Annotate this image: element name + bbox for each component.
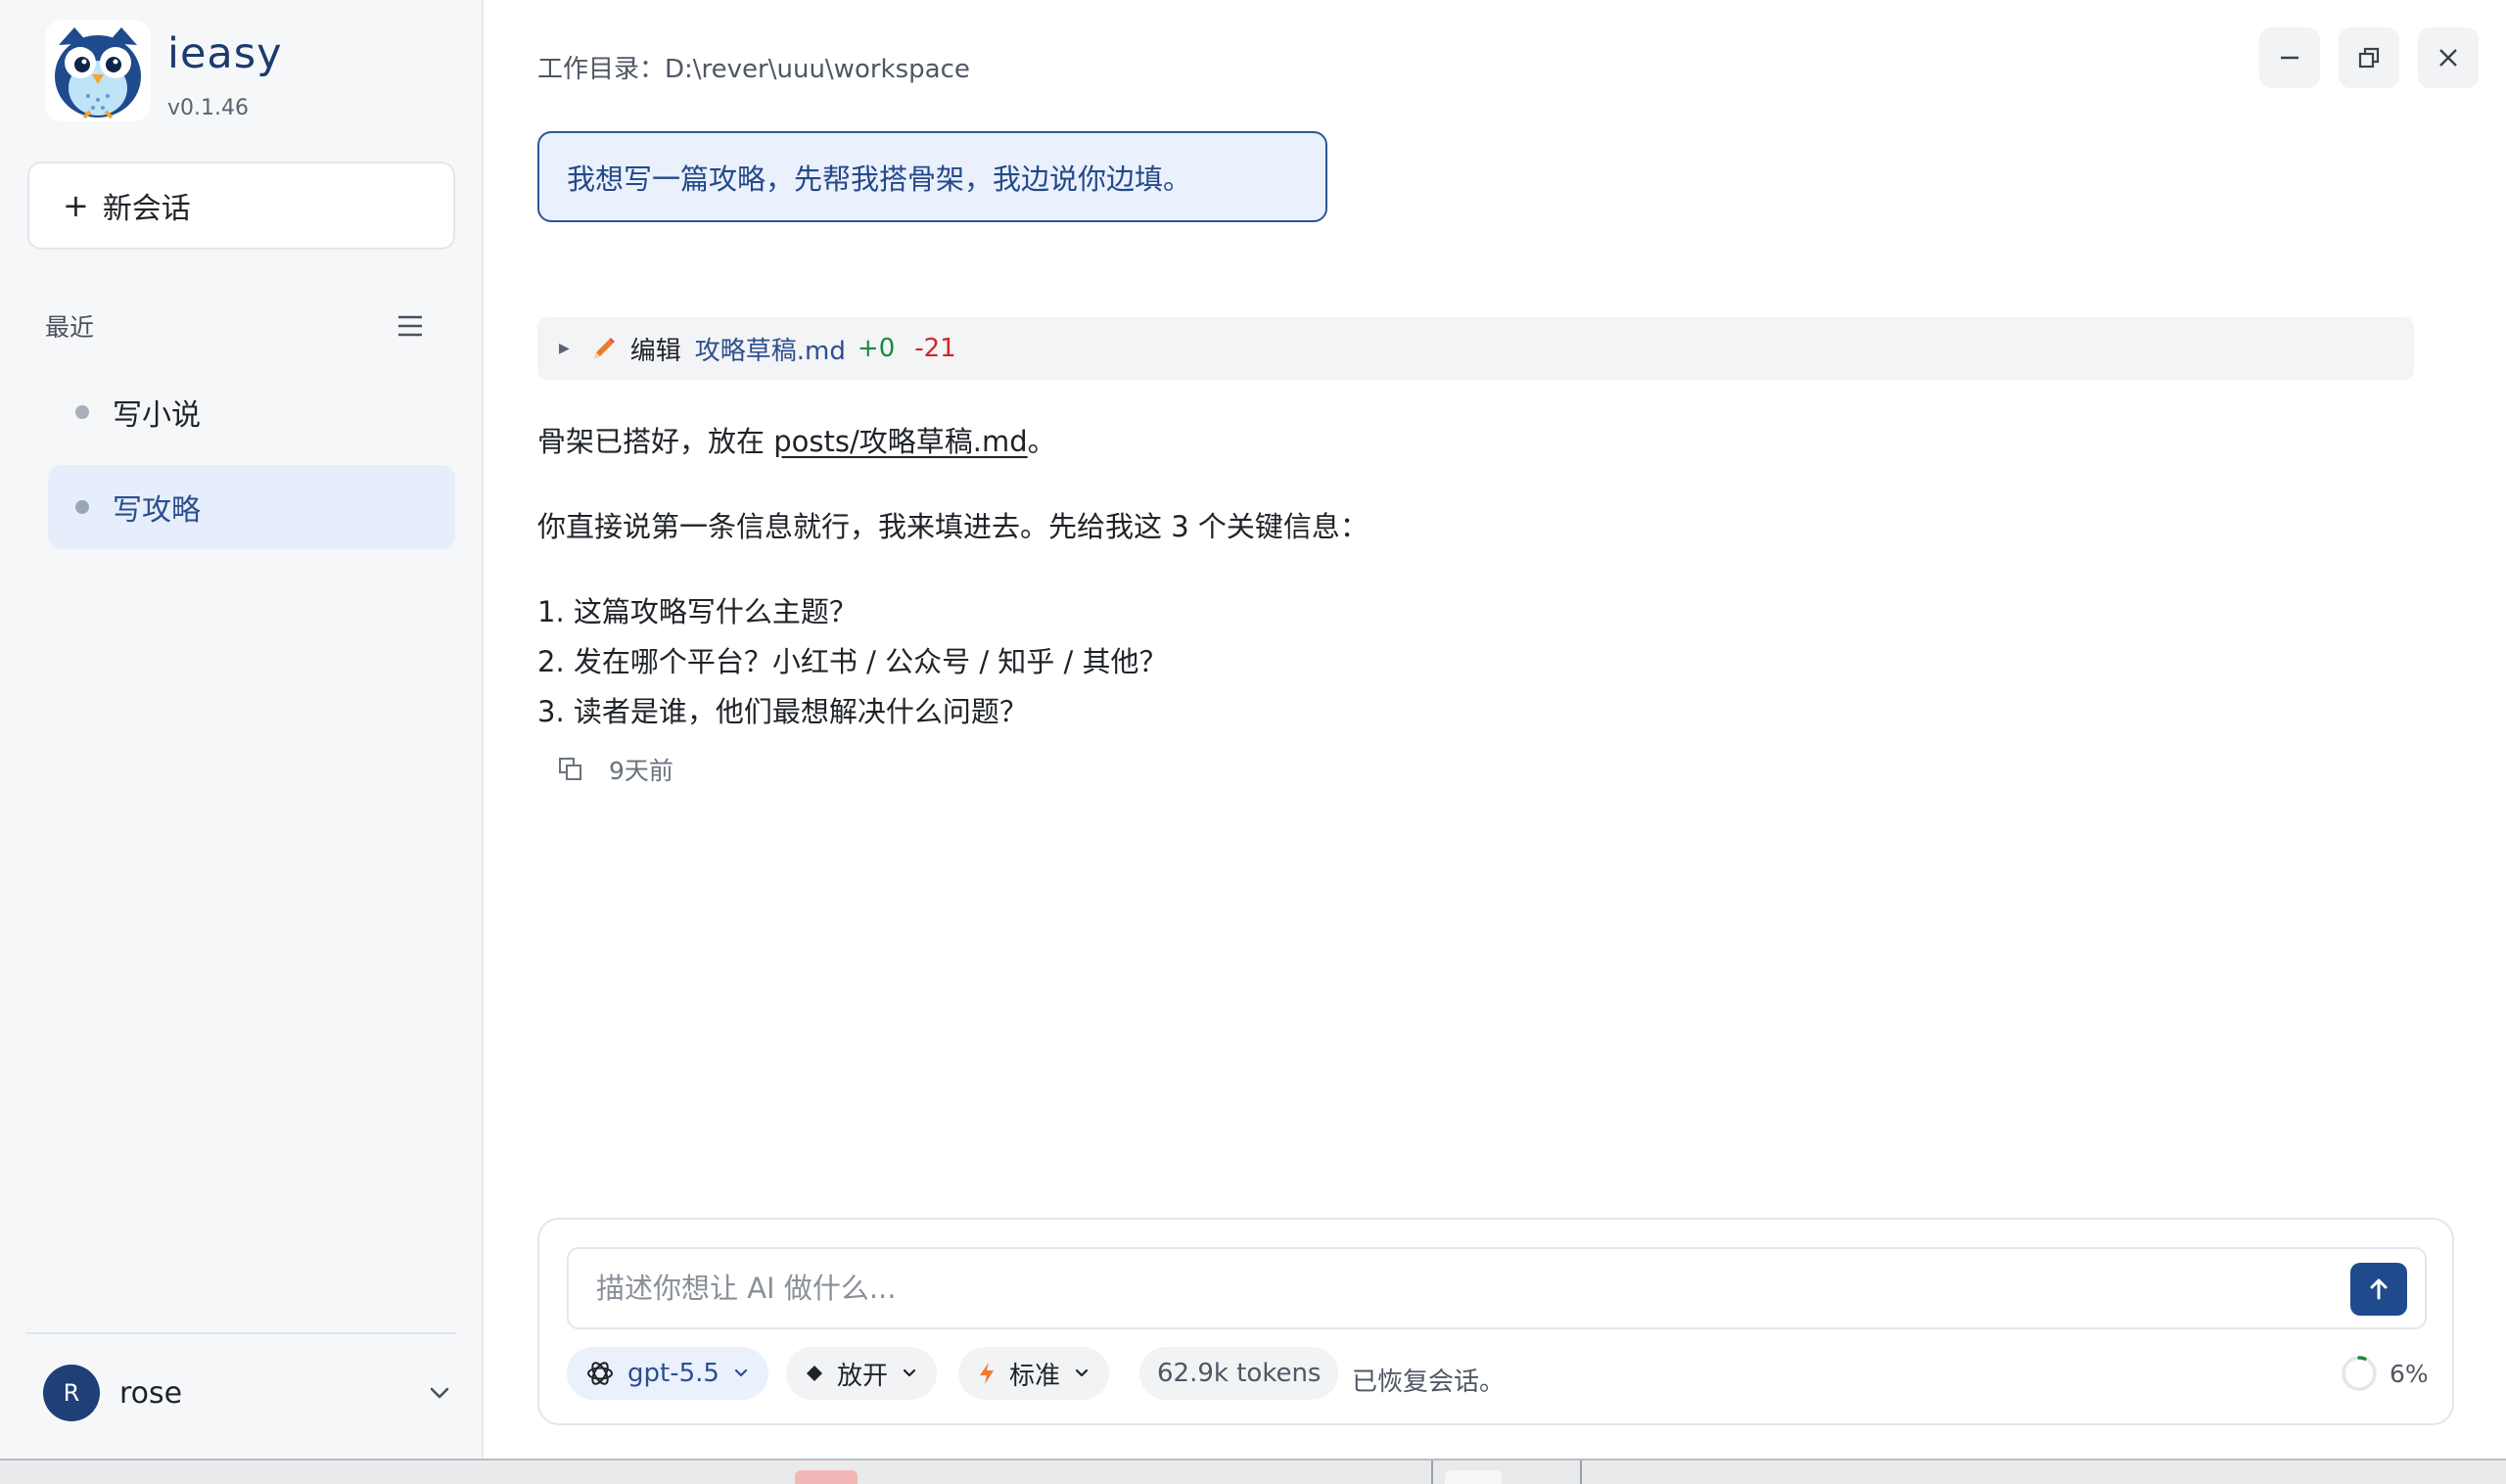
divider [1580,1461,1582,1484]
answer-text: 。 [1027,425,1056,458]
answer-list-item: 1. 这篇攻略写什么主题？ [537,595,858,628]
new-chat-button[interactable]: + 新会话 [27,162,455,250]
chevron-down-icon [1075,1368,1089,1377]
restore-button[interactable] [2339,27,2399,88]
expand-triangle-icon: ▶ [559,341,570,356]
arrow-up-icon [2370,1278,2388,1300]
send-button[interactable] [2350,1263,2407,1316]
lightning-icon [980,1363,994,1384]
permission-selector[interactable]: 放开 [786,1347,938,1400]
message-meta: 9天前 [556,752,673,787]
avatar: R [43,1365,100,1421]
minimize-icon [2281,56,2298,60]
user-menu[interactable]: R rose [43,1365,454,1421]
mode-selector[interactable]: 标准 [958,1347,1110,1400]
chevron-down-icon [903,1368,916,1377]
recent-section-label: 最近 [45,313,95,342]
pencil-icon [593,338,615,358]
taskbar-item[interactable] [795,1470,858,1484]
answer-list-item: 3. 读者是谁，他们最想解决什么问题？ [537,695,1028,728]
tool-call-edit[interactable]: ▶ 编辑 攻略草稿.md +0 -21 [537,317,2414,380]
sidebar: ieasy v0.1.46 + 新会话 最近 写小说 写攻略 R rose [0,0,484,1459]
owl-logo-icon [45,20,151,121]
user-message: 我想写一篇攻略，先帮我搭骨架，我边说你边填。 [537,131,1327,222]
prompt-input[interactable] [567,1247,2427,1329]
chevron-down-icon [734,1368,748,1377]
minimize-button[interactable] [2259,27,2320,88]
context-usage-value: 6% [2390,1359,2429,1388]
context-usage: 6% [2341,1355,2429,1392]
openai-icon [587,1362,613,1385]
model-name: gpt-5.5 [627,1359,719,1388]
tool-action-label: 编辑 [629,336,681,366]
close-icon [2439,49,2457,67]
app-version: v0.1.46 [167,96,249,120]
app-name: ieasy [167,29,283,78]
divider [1431,1461,1433,1484]
mode-label: 标准 [1009,1361,1061,1391]
taskbar-strip [0,1459,2506,1484]
tool-file-name: 攻略草稿.md [694,336,846,366]
working-directory: 工作目录：D:\rever\uuu\workspace [537,55,970,84]
diamond-icon [807,1366,822,1381]
answer-text: 骨架已搭好，放在 [537,425,774,458]
lines-removed: -21 [914,334,956,363]
session-label: 写小说 [113,398,201,433]
session-dot-icon [75,500,89,514]
token-count: 62.9k tokens [1139,1347,1339,1400]
menu-icon[interactable] [395,311,425,341]
answer-line: 骨架已搭好，放在 posts/攻略草稿.md。 [537,419,1056,460]
status-text: 已恢复会话。 [1352,1368,1506,1397]
taskbar-item[interactable] [1445,1470,1502,1484]
answer-line: 你直接说第一条信息就行，我来填进去。先给我这 3 个关键信息： [537,510,1369,543]
session-label: 写攻略 [113,493,201,528]
permission-label: 放开 [837,1361,889,1391]
divider [25,1332,456,1334]
session-item-guide[interactable]: 写攻略 [48,465,455,549]
model-selector[interactable]: gpt-5.5 [567,1347,768,1400]
usage-ring-icon [2342,1356,2377,1391]
restore-icon [2358,47,2380,69]
new-chat-label: 新会话 [102,192,191,226]
username: rose [119,1375,183,1411]
message-timestamp: 9天前 [609,757,673,785]
lines-added: +0 [857,334,896,363]
answer-list-item: 2. 发在哪个平台？小红书 / 公众号 / 知乎 / 其他？ [537,645,1168,678]
composer: gpt-5.5 放开 标准 62.9k tokens 已恢复会话。 6% [537,1218,2454,1425]
close-button[interactable] [2418,27,2479,88]
session-item-novel[interactable]: 写小说 [48,370,455,454]
chevron-down-icon [430,1387,449,1399]
copy-icon[interactable] [556,755,585,784]
file-link[interactable]: posts/攻略草稿.md [773,425,1027,458]
plus-icon: + [63,187,89,224]
session-dot-icon [75,405,89,419]
